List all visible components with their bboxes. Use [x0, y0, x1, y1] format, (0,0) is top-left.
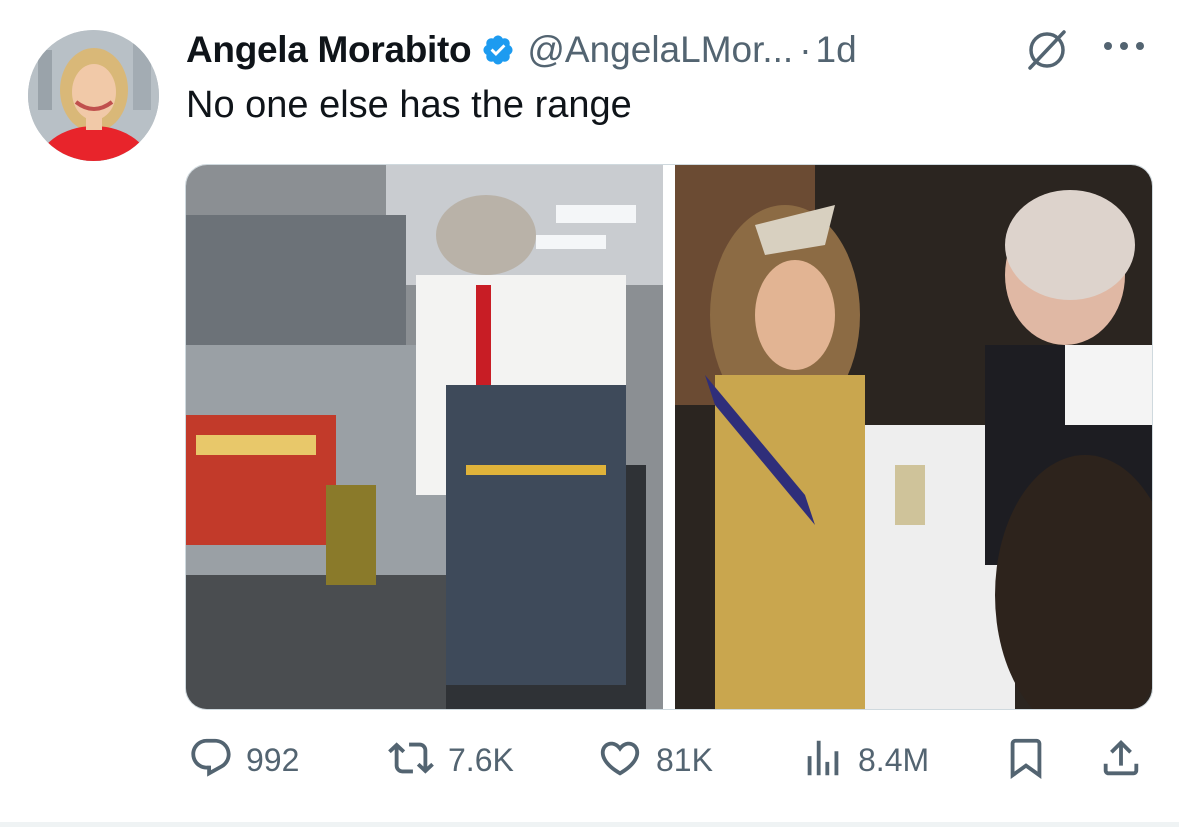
like-count: 81K	[656, 741, 713, 778]
views-icon	[800, 735, 846, 786]
share-icon	[1098, 735, 1144, 786]
fry-station-photo[interactable]	[186, 165, 663, 709]
grok-icon[interactable]	[1022, 26, 1072, 79]
repost-button[interactable]: 7.6K	[386, 730, 514, 790]
author-handle[interactable]: @AngelaLMor...	[527, 29, 793, 71]
like-button[interactable]: 81K	[596, 730, 713, 790]
views-count: 8.4M	[858, 741, 930, 778]
share-button[interactable]	[1098, 730, 1144, 790]
avatar[interactable]	[28, 30, 159, 161]
tweet-time[interactable]: 1d	[816, 29, 857, 71]
repost-icon	[386, 735, 436, 786]
verified-badge-icon[interactable]	[481, 33, 515, 67]
author-name[interactable]: Angela Morabito	[186, 29, 472, 71]
bookmark-icon	[1003, 735, 1049, 786]
reply-icon	[188, 735, 234, 786]
tweet[interactable]: Angela Morabito @AngelaLMor... · 1d No o…	[0, 0, 1179, 827]
like-icon	[596, 735, 644, 786]
tweet-text: No one else has the range	[186, 84, 632, 126]
media-grid	[185, 164, 1153, 710]
bookmark-button[interactable]	[1003, 730, 1049, 790]
repost-count: 7.6K	[448, 741, 514, 778]
action-bar: 992 7.6K 81K 8.4M	[0, 730, 1179, 790]
views-button[interactable]: 8.4M	[800, 730, 929, 790]
tweet-header: Angela Morabito @AngelaLMor... · 1d	[186, 22, 857, 78]
state-banquet-photo[interactable]	[675, 165, 1152, 709]
separator-dot: ·	[799, 29, 812, 70]
reply-button[interactable]: 992	[188, 730, 299, 790]
divider	[0, 822, 1179, 827]
reply-count: 992	[246, 741, 300, 778]
more-icon[interactable]	[1100, 36, 1148, 61]
